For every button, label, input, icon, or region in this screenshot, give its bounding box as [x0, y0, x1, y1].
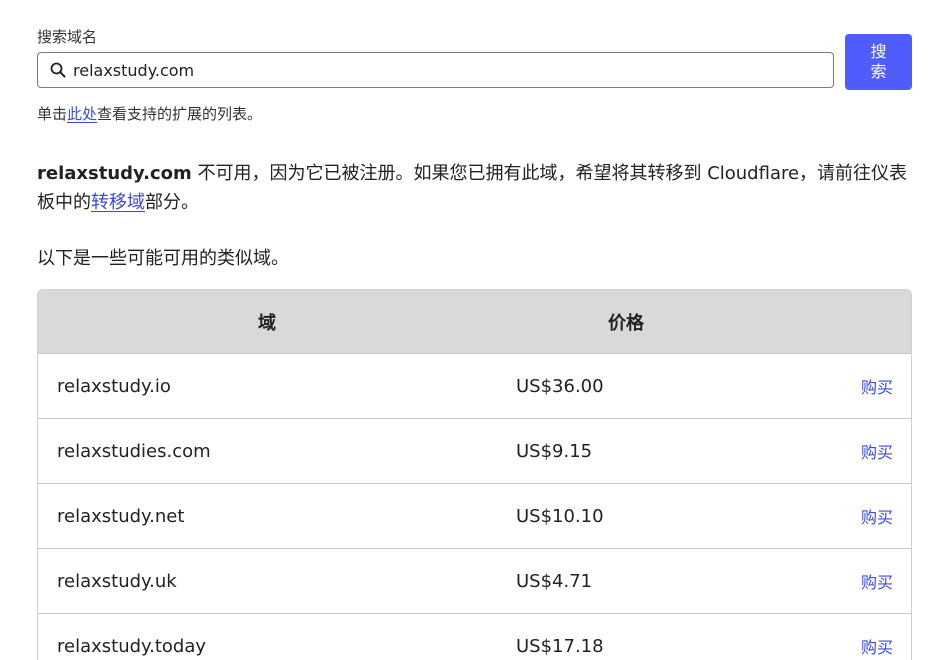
row-price: US$17.18	[516, 635, 604, 657]
row-price: US$10.10	[516, 505, 604, 527]
buy-button[interactable]: 购买	[861, 439, 893, 463]
row-domain: relaxstudy.today	[57, 635, 207, 657]
row-price: US$4.71	[516, 570, 593, 592]
row-domain: relaxstudies.com	[57, 440, 211, 462]
search-button-label-2: 索	[870, 62, 887, 81]
buy-button[interactable]: 购买	[861, 374, 893, 398]
search-button[interactable]: 搜 索	[845, 34, 912, 90]
search-icon	[49, 61, 67, 79]
buy-button[interactable]: 购买	[861, 504, 893, 528]
table-row: relaxstudies.com US$9.15 购买	[38, 418, 911, 483]
status-text-end: 部分。	[145, 192, 199, 213]
row-price: US$36.00	[516, 375, 604, 397]
row-price: US$9.15	[516, 440, 593, 462]
hint-before: 单击	[37, 105, 68, 123]
search-box[interactable]	[37, 52, 834, 88]
row-domain: relaxstudy.uk	[57, 570, 177, 592]
table-row: relaxstudy.net US$10.10 购买	[38, 483, 911, 548]
extensions-list-link[interactable]: 此处	[67, 105, 97, 123]
transfer-domain-link[interactable]: 转移域	[91, 192, 145, 213]
search-input[interactable]	[73, 60, 813, 80]
buy-button[interactable]: 购买	[861, 569, 893, 593]
column-header-price: 价格	[608, 312, 644, 334]
availability-message: relaxstudy.com 不可用，因为它已被注册。如果您已拥有此域，希望将其…	[37, 159, 912, 217]
hint-after: 查看支持的扩展的列表。	[97, 105, 263, 123]
search-label: 搜索域名	[37, 28, 98, 46]
table-header: 域 价格	[38, 290, 911, 353]
table-row: relaxstudy.uk US$4.71 购买	[38, 548, 911, 613]
domain-search-page: 搜索域名 搜 索 单击此处查看支持的扩展的列表。 relaxstudy.com …	[0, 0, 939, 660]
row-domain: relaxstudy.io	[57, 375, 171, 397]
searched-domain: relaxstudy.com	[37, 163, 192, 184]
extensions-hint: 单击此处查看支持的扩展的列表。	[37, 103, 262, 124]
buy-button[interactable]: 购买	[861, 634, 893, 658]
search-button-label-1: 搜	[870, 42, 887, 61]
table-row: relaxstudy.io US$36.00 购买	[38, 353, 911, 418]
domain-results-table: 域 价格 relaxstudy.io US$36.00 购买 relaxstud…	[37, 289, 912, 660]
table-row: relaxstudy.today US$17.18 购买	[38, 613, 911, 660]
similar-domains-intro: 以下是一些可能可用的类似域。	[37, 248, 289, 269]
row-domain: relaxstudy.net	[57, 505, 185, 527]
column-header-domain: 域	[258, 312, 276, 334]
